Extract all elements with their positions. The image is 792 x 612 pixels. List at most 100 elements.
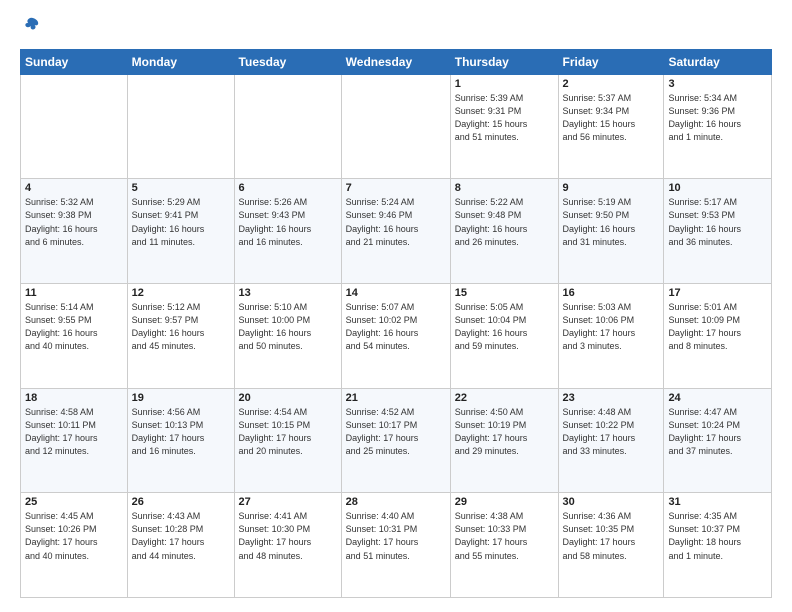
day-number: 30 [563,496,660,508]
day-info: Sunrise: 5:01 AMSunset: 10:09 PMDaylight… [668,301,767,353]
day-number: 2 [563,78,660,90]
day-number: 31 [668,496,767,508]
day-info: Sunrise: 5:17 AMSunset: 9:53 PMDaylight:… [668,196,767,248]
calendar-cell: 17Sunrise: 5:01 AMSunset: 10:09 PMDaylig… [664,284,772,389]
day-number: 14 [346,287,446,299]
calendar-cell: 22 Sunrise: 4:50 AMSunset: 10:19 PMDaylig… [450,388,558,493]
calendar-cell: 13Sunrise: 5:10 AMSunset: 10:00 PMDaylig… [234,284,341,389]
day-info: Sunrise: 5:14 AMSunset: 9:55 PMDaylight:… [25,301,123,353]
day-number: 12 [132,287,230,299]
calendar-cell: 26 Sunrise: 4:43 AMSunset: 10:28 PMDaylig… [127,493,234,598]
calendar-cell: 29 Sunrise: 4:38 AMSunset: 10:33 PMDaylig… [450,493,558,598]
calendar-cell: 12 Sunrise: 5:12 AMSunset: 9:57 PMDayligh… [127,284,234,389]
day-number: 29 [455,496,554,508]
day-info: Sunrise: 4:41 AMSunset: 10:30 PMDaylight… [239,510,337,562]
calendar-cell: 31 Sunrise: 4:35 AMSunset: 10:37 PMDaylig… [664,493,772,598]
calendar-cell: 27 Sunrise: 4:41 AMSunset: 10:30 PMDaylig… [234,493,341,598]
calendar-cell: 14Sunrise: 5:07 AMSunset: 10:02 PMDaylig… [341,284,450,389]
weekday-header-sunday: Sunday [21,49,128,74]
day-number: 24 [668,392,767,404]
day-info: Sunrise: 5:10 AMSunset: 10:00 PMDaylight… [239,301,337,353]
calendar-cell [21,74,128,179]
day-number: 21 [346,392,446,404]
day-number: 19 [132,392,230,404]
day-info: Sunrise: 4:47 AMSunset: 10:24 PMDaylight… [668,406,767,458]
day-info: Sunrise: 5:29 AMSunset: 9:41 PMDaylight:… [132,196,230,248]
day-number: 15 [455,287,554,299]
weekday-header-row: SundayMondayTuesdayWednesdayThursdayFrid… [21,49,772,74]
calendar-table: SundayMondayTuesdayWednesdayThursdayFrid… [20,49,772,598]
day-info: Sunrise: 5:03 AMSunset: 10:06 PMDaylight… [563,301,660,353]
weekday-header-monday: Monday [127,49,234,74]
day-info: Sunrise: 5:32 AMSunset: 9:38 PMDaylight:… [25,196,123,248]
day-number: 22 [455,392,554,404]
week-row-4: 18 Sunrise: 4:58 AMSunset: 10:11 PMDaylig… [21,388,772,493]
day-number: 10 [668,182,767,194]
calendar-cell [127,74,234,179]
calendar-cell: 18 Sunrise: 4:58 AMSunset: 10:11 PMDaylig… [21,388,128,493]
calendar-cell: 16 Sunrise: 5:03 AMSunset: 10:06 PMDaylig… [558,284,664,389]
day-info: Sunrise: 4:50 AMSunset: 10:19 PMDaylight… [455,406,554,458]
day-info: Sunrise: 4:48 AMSunset: 10:22 PMDaylight… [563,406,660,458]
weekday-header-thursday: Thursday [450,49,558,74]
day-info: Sunrise: 4:52 AMSunset: 10:17 PMDaylight… [346,406,446,458]
day-number: 6 [239,182,337,194]
calendar-cell: 20 Sunrise: 4:54 AMSunset: 10:15 PMDaylig… [234,388,341,493]
weekday-header-saturday: Saturday [664,49,772,74]
calendar-cell: 19Sunrise: 4:56 AMSunset: 10:13 PMDaylig… [127,388,234,493]
calendar-cell [234,74,341,179]
day-number: 18 [25,392,123,404]
week-row-3: 11Sunrise: 5:14 AMSunset: 9:55 PMDayligh… [21,284,772,389]
day-number: 27 [239,496,337,508]
calendar-cell: 7Sunrise: 5:24 AMSunset: 9:46 PMDaylight… [341,179,450,284]
calendar-cell: 5 Sunrise: 5:29 AMSunset: 9:41 PMDaylight… [127,179,234,284]
header [20,18,772,39]
calendar-cell: 1Sunrise: 5:39 AMSunset: 9:31 PMDaylight… [450,74,558,179]
day-number: 8 [455,182,554,194]
day-number: 4 [25,182,123,194]
weekday-header-friday: Friday [558,49,664,74]
weekday-header-wednesday: Wednesday [341,49,450,74]
week-row-5: 25Sunrise: 4:45 AMSunset: 10:26 PMDaylig… [21,493,772,598]
day-number: 1 [455,78,554,90]
day-info: Sunrise: 4:43 AMSunset: 10:28 PMDaylight… [132,510,230,562]
day-info: Sunrise: 5:26 AMSunset: 9:43 PMDaylight:… [239,196,337,248]
day-info: Sunrise: 5:37 AMSunset: 9:34 PMDaylight:… [563,92,660,144]
day-number: 28 [346,496,446,508]
calendar-cell: 9 Sunrise: 5:19 AMSunset: 9:50 PMDaylight… [558,179,664,284]
calendar-cell [341,74,450,179]
calendar-cell: 24 Sunrise: 4:47 AMSunset: 10:24 PMDaylig… [664,388,772,493]
day-number: 26 [132,496,230,508]
day-info: Sunrise: 4:58 AMSunset: 10:11 PMDaylight… [25,406,123,458]
day-info: Sunrise: 5:22 AMSunset: 9:48 PMDaylight:… [455,196,554,248]
calendar-cell: 4 Sunrise: 5:32 AMSunset: 9:38 PMDaylight… [21,179,128,284]
day-info: Sunrise: 4:36 AMSunset: 10:35 PMDaylight… [563,510,660,562]
calendar-cell: 28 Sunrise: 4:40 AMSunset: 10:31 PMDaylig… [341,493,450,598]
calendar-cell: 6 Sunrise: 5:26 AMSunset: 9:43 PMDaylight… [234,179,341,284]
day-info: Sunrise: 4:35 AMSunset: 10:37 PMDaylight… [668,510,767,562]
day-info: Sunrise: 4:45 AMSunset: 10:26 PMDaylight… [25,510,123,562]
day-info: Sunrise: 4:40 AMSunset: 10:31 PMDaylight… [346,510,446,562]
logo [20,18,40,39]
day-info: Sunrise: 4:38 AMSunset: 10:33 PMDaylight… [455,510,554,562]
day-number: 20 [239,392,337,404]
calendar-cell: 15Sunrise: 5:05 AMSunset: 10:04 PMDaylig… [450,284,558,389]
calendar-cell: 8 Sunrise: 5:22 AMSunset: 9:48 PMDaylight… [450,179,558,284]
calendar-cell: 2 Sunrise: 5:37 AMSunset: 9:34 PMDaylight… [558,74,664,179]
calendar-cell: 3 Sunrise: 5:34 AMSunset: 9:36 PMDaylight… [664,74,772,179]
day-number: 5 [132,182,230,194]
day-number: 3 [668,78,767,90]
logo-bird-icon [22,16,40,34]
calendar-cell: 10 Sunrise: 5:17 AMSunset: 9:53 PMDayligh… [664,179,772,284]
day-number: 16 [563,287,660,299]
calendar-cell: 30 Sunrise: 4:36 AMSunset: 10:35 PMDaylig… [558,493,664,598]
day-number: 23 [563,392,660,404]
day-number: 9 [563,182,660,194]
day-info: Sunrise: 5:19 AMSunset: 9:50 PMDaylight:… [563,196,660,248]
week-row-1: 1Sunrise: 5:39 AMSunset: 9:31 PMDaylight… [21,74,772,179]
day-info: Sunrise: 5:34 AMSunset: 9:36 PMDaylight:… [668,92,767,144]
day-info: Sunrise: 4:54 AMSunset: 10:15 PMDaylight… [239,406,337,458]
day-info: Sunrise: 5:24 AMSunset: 9:46 PMDaylight:… [346,196,446,248]
day-info: Sunrise: 5:12 AMSunset: 9:57 PMDaylight:… [132,301,230,353]
calendar-cell: 25Sunrise: 4:45 AMSunset: 10:26 PMDaylig… [21,493,128,598]
